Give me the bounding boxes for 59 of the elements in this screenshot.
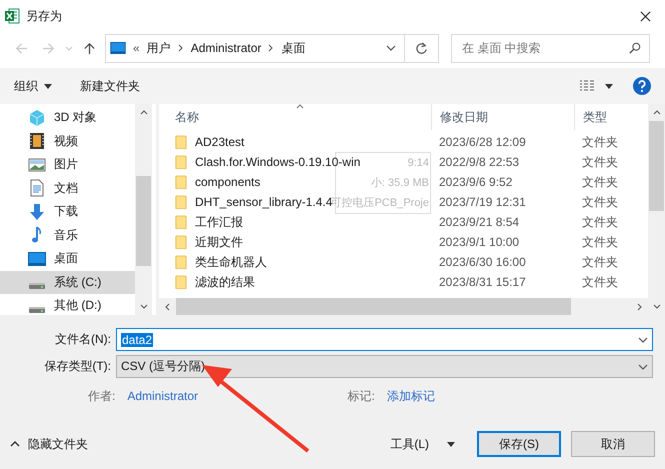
filename-field[interactable]: data2 [116,328,653,351]
tooltip-text: 小: 35.9 MB [370,176,429,191]
table-cell-text: 文件夹 [581,254,619,270]
file-name[interactable]: Clash.for.Windows-0.19.10-win [195,155,360,169]
table-cell-text: 文件夹 [581,134,619,150]
breadcrumb-item[interactable]: Administrator [190,41,262,55]
table-cell-text: 2023/8/31 15:17 [438,275,527,289]
overflow-chevron[interactable]: « [133,41,140,55]
sidebar-item[interactable]: 其他 (D:) [0,294,135,318]
column-header[interactable]: 名称 [159,104,431,130]
sidebar-item[interactable]: 视频 [0,130,135,153]
search-box[interactable]: 在 桌面 中搜索 [451,34,650,62]
save-button[interactable]: 保存(S) [477,431,561,457]
table-cell-text: 文件夹 [581,174,619,190]
sidebar-item[interactable]: 音乐 [0,224,135,247]
file-name[interactable]: DHT_sensor_library-1.4.4 [195,195,332,209]
table-cell-text: 文件夹 [581,234,619,250]
field-label: 文件名(N): [54,331,112,348]
tooltip-text: 9:14 [408,156,429,171]
file-name[interactable]: AD23test [195,135,244,149]
table-cell-text: 2023/9/21 8:54 [438,215,520,229]
address-bar[interactable]: « 用户 Administrator 桌面 [105,34,405,62]
field-label: 作者: [88,388,116,404]
breadcrumb-item[interactable]: 用户 [146,40,171,56]
sidebar-item[interactable]: 桌面 [0,247,135,270]
field-label: 保存类型(T): [43,358,112,375]
table-cell-text: 2023/9/1 10:00 [438,235,520,249]
table-cell-text: 文件夹 [581,194,619,210]
hide-folders-button[interactable]: 隐藏文件夹 [10,436,88,452]
file-name[interactable]: 滤波的结果 [195,274,255,290]
tools-menu-button[interactable]: 工具(L) [390,436,455,452]
new-folder-button[interactable]: 新建文件夹 [80,78,140,94]
sidebar-item[interactable]: 系统 (C:) [0,270,135,294]
table-cell-text: 文件夹 [581,154,619,170]
table-cell-text: 2022/9/8 22:53 [438,155,520,169]
column-header[interactable]: 类型 [574,104,634,130]
organize-menu-button[interactable]: 组织 [14,78,52,94]
tooltip-text: 可控电压PCB_Proje [330,196,429,211]
file-name[interactable]: 类生命机器人 [195,254,267,270]
sidebar-item[interactable]: 图片 [0,153,135,176]
table-cell-text: 2023/6/30 16:00 [438,255,527,269]
table-cell-text: 文件夹 [581,214,619,230]
table-cell-text: 2023/9/6 9:52 [438,175,514,189]
breadcrumb-item[interactable]: 桌面 [281,40,306,56]
field-label: 标记: [348,388,375,404]
table-cell-text: 2023/6/28 12:09 [438,135,527,149]
sidebar-item[interactable]: 文档 [0,176,135,200]
cancel-button[interactable]: 取消 [571,431,655,457]
file-name[interactable]: 近期文件 [195,234,243,250]
file-name[interactable]: components [195,175,260,189]
table-cell-text: 文件夹 [581,274,619,290]
sidebar-item[interactable]: 下载 [0,200,135,224]
file-name[interactable]: 工作汇报 [195,214,243,230]
author-link[interactable]: Administrator [127,389,198,403]
table-cell-text: 2023/7/19 12:31 [438,195,527,209]
add-tags-link[interactable]: 添加标记 [387,388,435,404]
sidebar-item[interactable]: 3D 对象 [0,106,135,130]
window-title: 另存为 [26,8,63,24]
column-header[interactable]: 修改日期 [431,104,574,130]
